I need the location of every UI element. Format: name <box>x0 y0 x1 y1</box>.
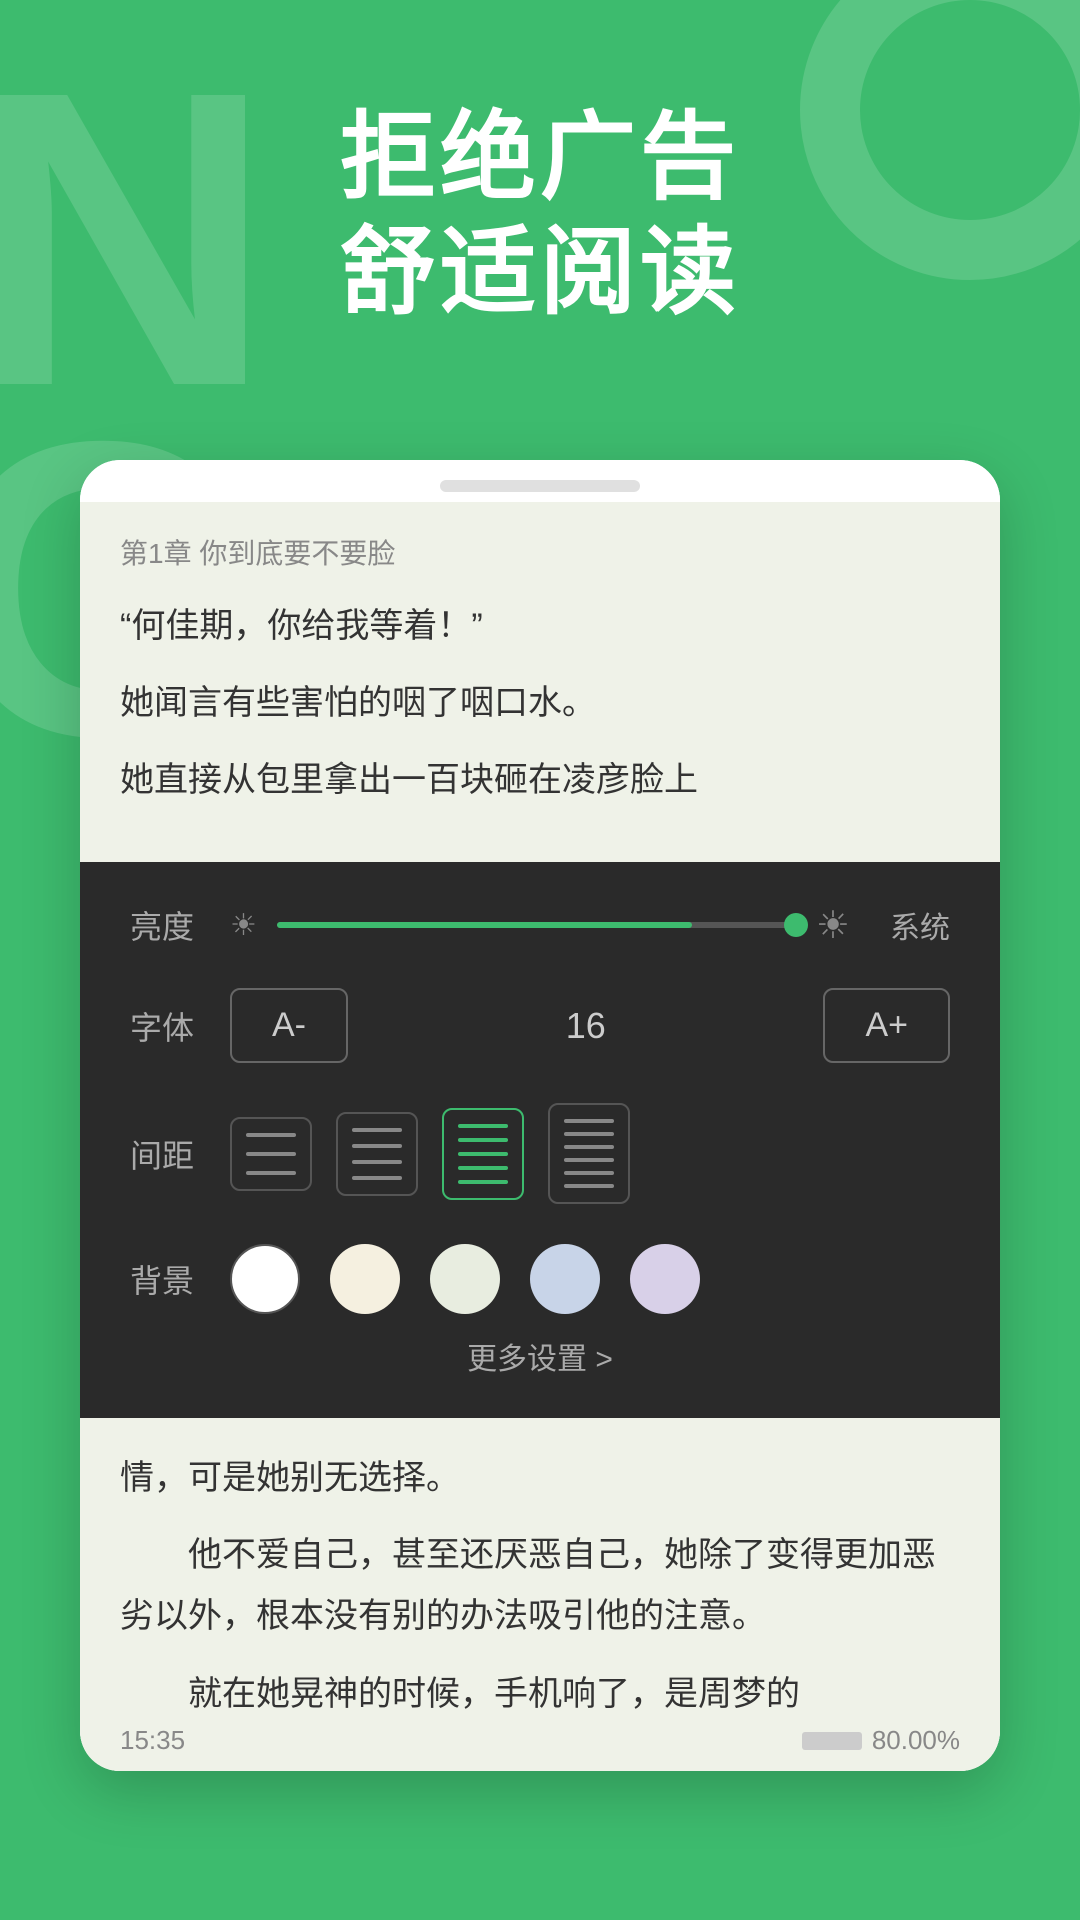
bottom-line1: 情，可是她别无选择。 <box>120 1448 960 1509</box>
spacing-line <box>564 1119 614 1123</box>
brightness-icon-high: ☀ <box>816 903 850 948</box>
spacing-line <box>458 1124 508 1128</box>
brightness-row: 亮度 ☀ ☀ 系统 <box>130 902 950 948</box>
spacing-line <box>246 1171 296 1175</box>
spacing-line <box>458 1152 508 1156</box>
status-time: 15:35 <box>120 1725 185 1756</box>
system-label: 系统 <box>890 903 950 947</box>
bg-color-white[interactable] <box>230 1244 300 1314</box>
bg-color-blue[interactable] <box>530 1244 600 1314</box>
header-line1: 拒绝广告 <box>0 100 1080 215</box>
spacing-line <box>564 1171 614 1175</box>
spacing-line <box>458 1180 508 1184</box>
spacing-line <box>246 1152 296 1156</box>
reading-content-top: 第1章 你到底要不要脸 “何佳期，你给我等着！” 她闻言有些害怕的咽了咽口水。 … <box>80 502 1000 862</box>
spacing-line <box>458 1166 508 1170</box>
background-label: 背景 <box>130 1256 230 1302</box>
phone-card: 第1章 你到底要不要脸 “何佳期，你给我等着！” 她闻言有些害怕的咽了咽口水。 … <box>80 460 1000 1771</box>
more-settings-text[interactable]: 更多设置 > <box>467 1343 613 1376</box>
spacing-line <box>564 1184 614 1188</box>
spacing-line <box>564 1158 614 1162</box>
status-bar: 15:35 80.00% <box>80 1711 1000 1771</box>
spacing-btn-4[interactable] <box>548 1103 630 1204</box>
header-section: 拒绝广告 舒适阅读 <box>0 100 1080 330</box>
brightness-label: 亮度 <box>130 902 230 948</box>
bottom-line2: 他不爱自己，甚至还厌恶自己，她除了变得更加恶劣以外，根本没有别的办法吸引他的注意… <box>120 1525 960 1647</box>
spacing-label: 间距 <box>130 1131 230 1177</box>
spacing-btn-2[interactable] <box>336 1112 418 1196</box>
reading-line2: 她闻言有些害怕的咽了咽口水。 <box>120 673 960 734</box>
spacing-row: 间距 <box>130 1103 950 1204</box>
brightness-control: ☀ ☀ 系统 <box>230 903 950 948</box>
chapter-title: 第1章 你到底要不要脸 <box>120 532 960 572</box>
brightness-thumb <box>784 913 808 937</box>
font-label: 字体 <box>130 1003 230 1049</box>
phone-notch-pill <box>440 480 640 492</box>
bg-color-warm[interactable] <box>330 1244 400 1314</box>
font-size-value: 16 <box>378 1005 793 1047</box>
font-increase-button[interactable]: A+ <box>823 988 950 1063</box>
brightness-fill <box>277 922 692 928</box>
spacing-btn-3[interactable] <box>442 1108 524 1200</box>
spacing-line <box>564 1145 614 1149</box>
spacing-line <box>352 1160 402 1164</box>
reading-text-top: “何佳期，你给我等着！” 她闻言有些害怕的咽了咽口水。 她直接从包里拿出一百块砸… <box>120 596 960 812</box>
battery-bar <box>802 1732 862 1750</box>
more-settings-row: 更多设置 > <box>130 1334 950 1378</box>
reading-content-bottom: 情，可是她别无选择。 他不爱自己，甚至还厌恶自己，她除了变得更加恶劣以外，根本没… <box>80 1418 1000 1771</box>
settings-panel: 亮度 ☀ ☀ 系统 字体 A- 16 A+ 间距 <box>80 862 1000 1418</box>
reading-line1: “何佳期，你给我等着！” <box>120 596 960 657</box>
font-row: 字体 A- 16 A+ <box>130 988 950 1063</box>
header-line2: 舒适阅读 <box>0 215 1080 330</box>
font-controls: A- 16 A+ <box>230 988 950 1063</box>
battery-percent: 80.00% <box>872 1725 960 1756</box>
brightness-slider[interactable] <box>277 922 796 928</box>
bg-color-green[interactable] <box>430 1244 500 1314</box>
spacing-line <box>352 1144 402 1148</box>
header-title: 拒绝广告 舒适阅读 <box>0 100 1080 330</box>
font-decrease-button[interactable]: A- <box>230 988 348 1063</box>
spacing-line <box>564 1132 614 1136</box>
bg-color-controls <box>230 1244 950 1314</box>
brightness-icon-low: ☀ <box>230 908 257 943</box>
spacing-line <box>246 1133 296 1137</box>
spacing-btn-1[interactable] <box>230 1117 312 1191</box>
spacing-line <box>352 1128 402 1132</box>
reading-line3: 她直接从包里拿出一百块砸在凌彦脸上 <box>120 750 960 811</box>
bg-color-purple[interactable] <box>630 1244 700 1314</box>
battery-area: 80.00% <box>802 1725 960 1756</box>
phone-top-bar <box>80 460 1000 502</box>
spacing-controls <box>230 1103 950 1204</box>
spacing-line <box>352 1176 402 1180</box>
background-row: 背景 <box>130 1244 950 1314</box>
spacing-line <box>458 1138 508 1142</box>
